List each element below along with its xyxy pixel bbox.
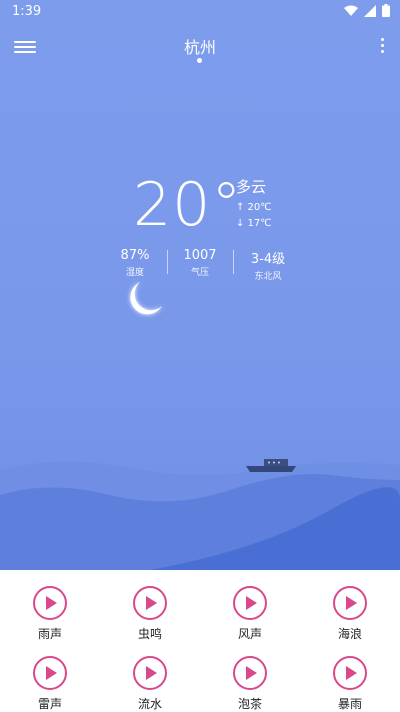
sound-label: 风声 <box>237 627 262 641</box>
wind-value: 3-4级 <box>250 252 286 267</box>
sound-item-thunder[interactable]: 雷声 <box>10 656 90 712</box>
low-temperature: ↓ 17℃ <box>236 218 272 229</box>
weather-condition: 多云 <box>236 178 267 196</box>
top-bar: 杭州 <box>0 28 400 68</box>
humidity-stat: 87% 湿度 <box>100 248 170 278</box>
play-icon[interactable] <box>333 656 367 690</box>
sound-label: 海浪 <box>337 627 362 641</box>
moon-icon <box>130 282 162 315</box>
play-icon[interactable] <box>233 656 267 690</box>
page-indicator-dot <box>197 58 202 63</box>
sound-label: 暴雨 <box>337 697 362 711</box>
sound-label: 雨声 <box>37 627 62 641</box>
status-bar: 1:39 <box>0 0 400 24</box>
humidity-value: 87% <box>120 248 150 263</box>
status-icons <box>344 4 390 17</box>
play-icon[interactable] <box>233 586 267 620</box>
sound-item-rain[interactable]: 雨声 <box>10 586 90 642</box>
more-vertical-icon <box>380 38 384 41</box>
sound-item-rainstorm[interactable]: 暴雨 <box>310 656 390 712</box>
sound-label: 流水 <box>137 697 162 711</box>
sound-item-insects[interactable]: 虫鸣 <box>110 586 190 642</box>
sound-item-wind[interactable]: 风声 <box>210 586 290 642</box>
weather-stats: 87% 湿度 1007 气压 3-4级 东北风 <box>0 248 400 282</box>
battery-icon <box>382 4 390 17</box>
sound-item-stream[interactable]: 流水 <box>110 656 190 712</box>
sound-item-ocean[interactable]: 海浪 <box>310 586 390 642</box>
more-options-button[interactable] <box>378 38 386 56</box>
wind-stat: 3-4级 东北风 <box>233 248 303 282</box>
weather-background: 1:39 杭州 20° 多云 ↑ 20℃ ↓ 17℃ 87% 湿度 1007 气… <box>0 0 400 570</box>
play-icon[interactable] <box>33 586 67 620</box>
play-icon[interactable] <box>133 656 167 690</box>
sound-label: 雷声 <box>37 697 62 711</box>
wifi-icon <box>344 5 358 16</box>
sea-waves <box>0 461 400 570</box>
high-temperature: ↑ 20℃ <box>236 202 272 213</box>
play-icon[interactable] <box>33 656 67 690</box>
signal-icon <box>364 4 376 17</box>
play-icon[interactable] <box>333 586 367 620</box>
sound-label: 虫鸣 <box>137 627 162 641</box>
wind-label: 东北风 <box>254 272 282 282</box>
pressure-value: 1007 <box>183 248 217 263</box>
current-temperature: 20° <box>133 170 243 240</box>
city-title[interactable]: 杭州 <box>0 34 400 58</box>
status-time: 1:39 <box>12 4 42 19</box>
sound-grid: 雨声 虫鸣 风声 海浪 雷声 流水 泡茶 暴雨 <box>0 570 400 711</box>
pressure-stat: 1007 气压 <box>165 248 235 278</box>
play-icon[interactable] <box>133 586 167 620</box>
sound-item-tea[interactable]: 泡茶 <box>210 656 290 712</box>
boat-icon <box>246 459 296 472</box>
pressure-label: 气压 <box>190 268 209 278</box>
sound-label: 泡茶 <box>237 697 262 711</box>
